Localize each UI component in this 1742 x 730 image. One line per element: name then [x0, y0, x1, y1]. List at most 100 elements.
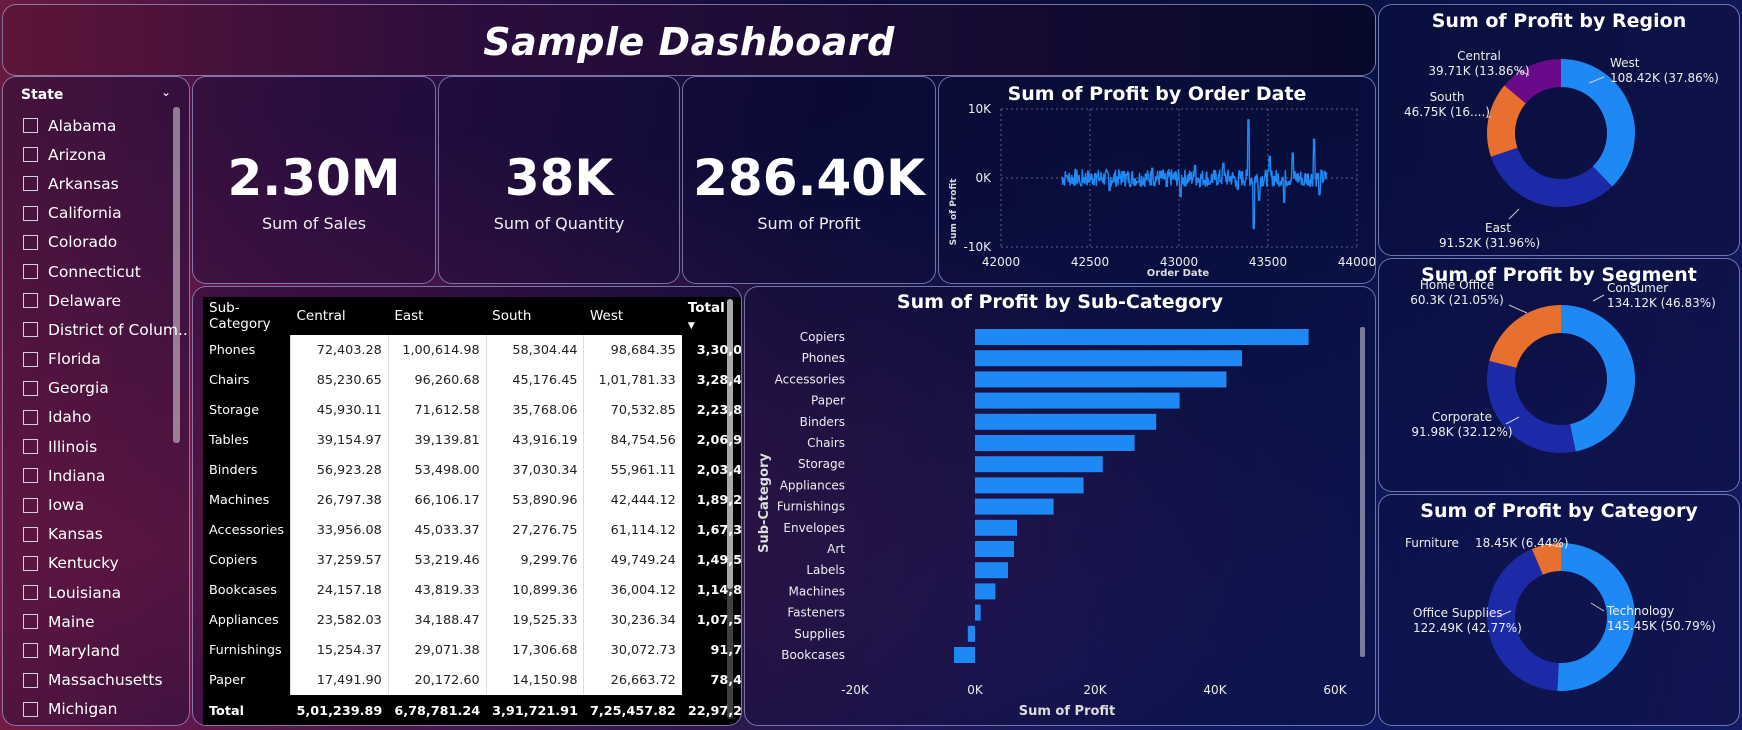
- slicer-item[interactable]: Massachusetts: [23, 666, 189, 695]
- slicer-scrollbar[interactable]: [173, 107, 180, 443]
- column-header[interactable]: South: [486, 297, 584, 335]
- checkbox[interactable]: [23, 526, 38, 542]
- scrollbar-thumb[interactable]: [727, 299, 733, 589]
- column-header[interactable]: Sub-Category: [203, 297, 291, 335]
- slice-label-name: Office Supplies: [1413, 606, 1503, 620]
- slicer-item[interactable]: Michigan: [23, 695, 189, 724]
- category-label: Storage: [798, 457, 845, 471]
- slicer-item[interactable]: Colorado: [23, 228, 189, 257]
- checkbox[interactable]: [23, 672, 38, 688]
- slicer-item[interactable]: Louisiana: [23, 578, 189, 607]
- profit-by-region-chart[interactable]: Sum of Profit by Region West 108.42K (37.…: [1378, 4, 1740, 256]
- slicer-item[interactable]: California: [23, 199, 189, 228]
- table-row[interactable]: Binders 56,923.28 53,498.00 37,030.34 55,961…: [203, 455, 741, 485]
- total-cell: Total: [203, 695, 291, 725]
- checkbox[interactable]: [23, 643, 38, 659]
- profit-by-date-chart[interactable]: Sum of Profit by Order Date Sum of Profi…: [938, 76, 1376, 284]
- table-cell: 37,030.34: [485, 455, 584, 485]
- table-row[interactable]: Tables 39,154.97 39,139.81 43,916.19 84,754.…: [203, 425, 741, 455]
- checkbox[interactable]: [23, 147, 38, 163]
- category-label: Machines: [789, 584, 845, 598]
- slicer-item[interactable]: Kentucky: [23, 549, 189, 578]
- slicer-item[interactable]: Connecticut: [23, 257, 189, 286]
- x-tick-label: -20K: [841, 683, 870, 697]
- data-point: [1325, 172, 1328, 174]
- checkbox[interactable]: [23, 118, 38, 134]
- table-scrollbar[interactable]: [727, 299, 733, 719]
- profit-by-subcategory-chart[interactable]: Sum of Profit by Sub-Category Sum of Pro…: [744, 286, 1376, 726]
- slicer-item[interactable]: Florida: [23, 345, 189, 374]
- checkbox[interactable]: [23, 614, 38, 630]
- profit-matrix-table[interactable]: Sub-Category Central East South West Total ▼ P…: [192, 286, 742, 726]
- category-label: Copiers: [800, 330, 845, 344]
- slicer-item[interactable]: Arizona: [23, 140, 189, 169]
- x-tick-label: 0K: [967, 683, 984, 697]
- slicer-item[interactable]: District of Colum...: [23, 315, 189, 344]
- slice-label-value: 134.12K (46.83%): [1607, 296, 1716, 310]
- slicer-item[interactable]: Alabama: [23, 111, 189, 140]
- kpi-label: Sum of Quantity: [493, 214, 625, 233]
- table-row[interactable]: Copiers 37,259.57 53,219.46 9,299.76 49,749.…: [203, 545, 741, 575]
- data-point: [1151, 167, 1154, 170]
- table-row[interactable]: Paper 17,491.90 20,172.60 14,150.98 26,663.7…: [203, 665, 741, 695]
- checkbox[interactable]: [23, 585, 38, 601]
- kpi-card-profit: 286.40K Sum of Profit: [682, 76, 936, 284]
- table-row[interactable]: Phones 72,403.28 1,00,614.98 58,304.44 98,68…: [203, 335, 741, 365]
- table-row[interactable]: Accessories 33,956.08 45,033.37 27,276.75 61…: [203, 515, 741, 545]
- table-row[interactable]: Machines 26,797.38 66,106.17 53,890.96 42,44…: [203, 485, 741, 515]
- slicer-item[interactable]: Georgia: [23, 374, 189, 403]
- column-header[interactable]: East: [388, 297, 487, 335]
- state-slicer[interactable]: State ⌄ Alabama Arizona Arkansas California…: [2, 76, 190, 726]
- leader-line: [1590, 602, 1605, 612]
- table-row[interactable]: Storage 45,930.11 71,612.58 35,768.06 70,532…: [203, 395, 741, 425]
- table-row[interactable]: Appliances 23,582.03 34,188.47 19,525.33 30,…: [203, 605, 741, 635]
- data-point: [1252, 227, 1255, 230]
- slice-label-name: Home Office: [1420, 278, 1494, 292]
- checkbox[interactable]: [23, 497, 38, 513]
- table-row[interactable]: Bookcases 24,157.18 43,819.33 10,899.36 36,0…: [203, 575, 741, 605]
- checkbox[interactable]: [23, 701, 38, 717]
- table-row[interactable]: Furnishings 15,254.37 29,071.38 17,306.68 30…: [203, 635, 741, 665]
- bar-chart-svg: Sum of Profit Sub-Category Copiers Phones…: [757, 327, 1365, 719]
- table-cell: 17,491.90: [290, 665, 389, 695]
- checkbox[interactable]: [23, 409, 38, 425]
- category-label: Bookcases: [781, 648, 845, 662]
- chevron-down-icon[interactable]: ⌄: [161, 85, 171, 99]
- checkbox[interactable]: [23, 439, 38, 455]
- table-cell: Phones: [203, 335, 291, 365]
- table-cell: Storage: [203, 395, 291, 425]
- region-donut-svg: West108.42K (37.86%) Central39.71K (13.86…: [1404, 49, 1719, 250]
- checkbox[interactable]: [23, 468, 38, 484]
- slicer-item[interactable]: Iowa: [23, 490, 189, 519]
- bar: [975, 413, 1157, 430]
- checkbox[interactable]: [23, 322, 38, 338]
- checkbox[interactable]: [23, 351, 38, 367]
- table-cell: 33,956.08: [290, 515, 389, 545]
- slicer-item[interactable]: Arkansas: [23, 169, 189, 198]
- profit-by-segment-chart[interactable]: Sum of Profit by Segment Consumer 134.12K…: [1378, 258, 1740, 492]
- slicer-item[interactable]: Delaware: [23, 286, 189, 315]
- checkbox[interactable]: [23, 293, 38, 309]
- category-label: Binders: [800, 415, 845, 429]
- slicer-item[interactable]: Maine: [23, 607, 189, 636]
- profit-by-category-chart[interactable]: Sum of Profit by Category Furniture 18.45…: [1378, 494, 1740, 726]
- checkbox[interactable]: [23, 176, 38, 192]
- slice-label-name: Consumer: [1607, 281, 1668, 295]
- sort-desc-icon[interactable]: ▼: [688, 321, 695, 331]
- slicer-item[interactable]: Indiana: [23, 461, 189, 490]
- column-header[interactable]: Central: [290, 297, 389, 335]
- slice-label-name: East: [1485, 221, 1511, 235]
- column-header[interactable]: West: [583, 297, 682, 335]
- table-cell: 35,768.06: [485, 395, 584, 425]
- slicer-item[interactable]: Kansas: [23, 520, 189, 549]
- checkbox[interactable]: [23, 234, 38, 250]
- checkbox[interactable]: [23, 555, 38, 571]
- category-label: Chairs: [807, 436, 845, 450]
- checkbox[interactable]: [23, 264, 38, 280]
- table-row[interactable]: Chairs 85,230.65 96,260.68 45,176.45 1,01,78…: [203, 365, 741, 395]
- slicer-item[interactable]: Idaho: [23, 403, 189, 432]
- slicer-item[interactable]: Illinois: [23, 432, 189, 461]
- checkbox[interactable]: [23, 205, 38, 221]
- slicer-item[interactable]: Maryland: [23, 636, 189, 665]
- checkbox[interactable]: [23, 380, 38, 396]
